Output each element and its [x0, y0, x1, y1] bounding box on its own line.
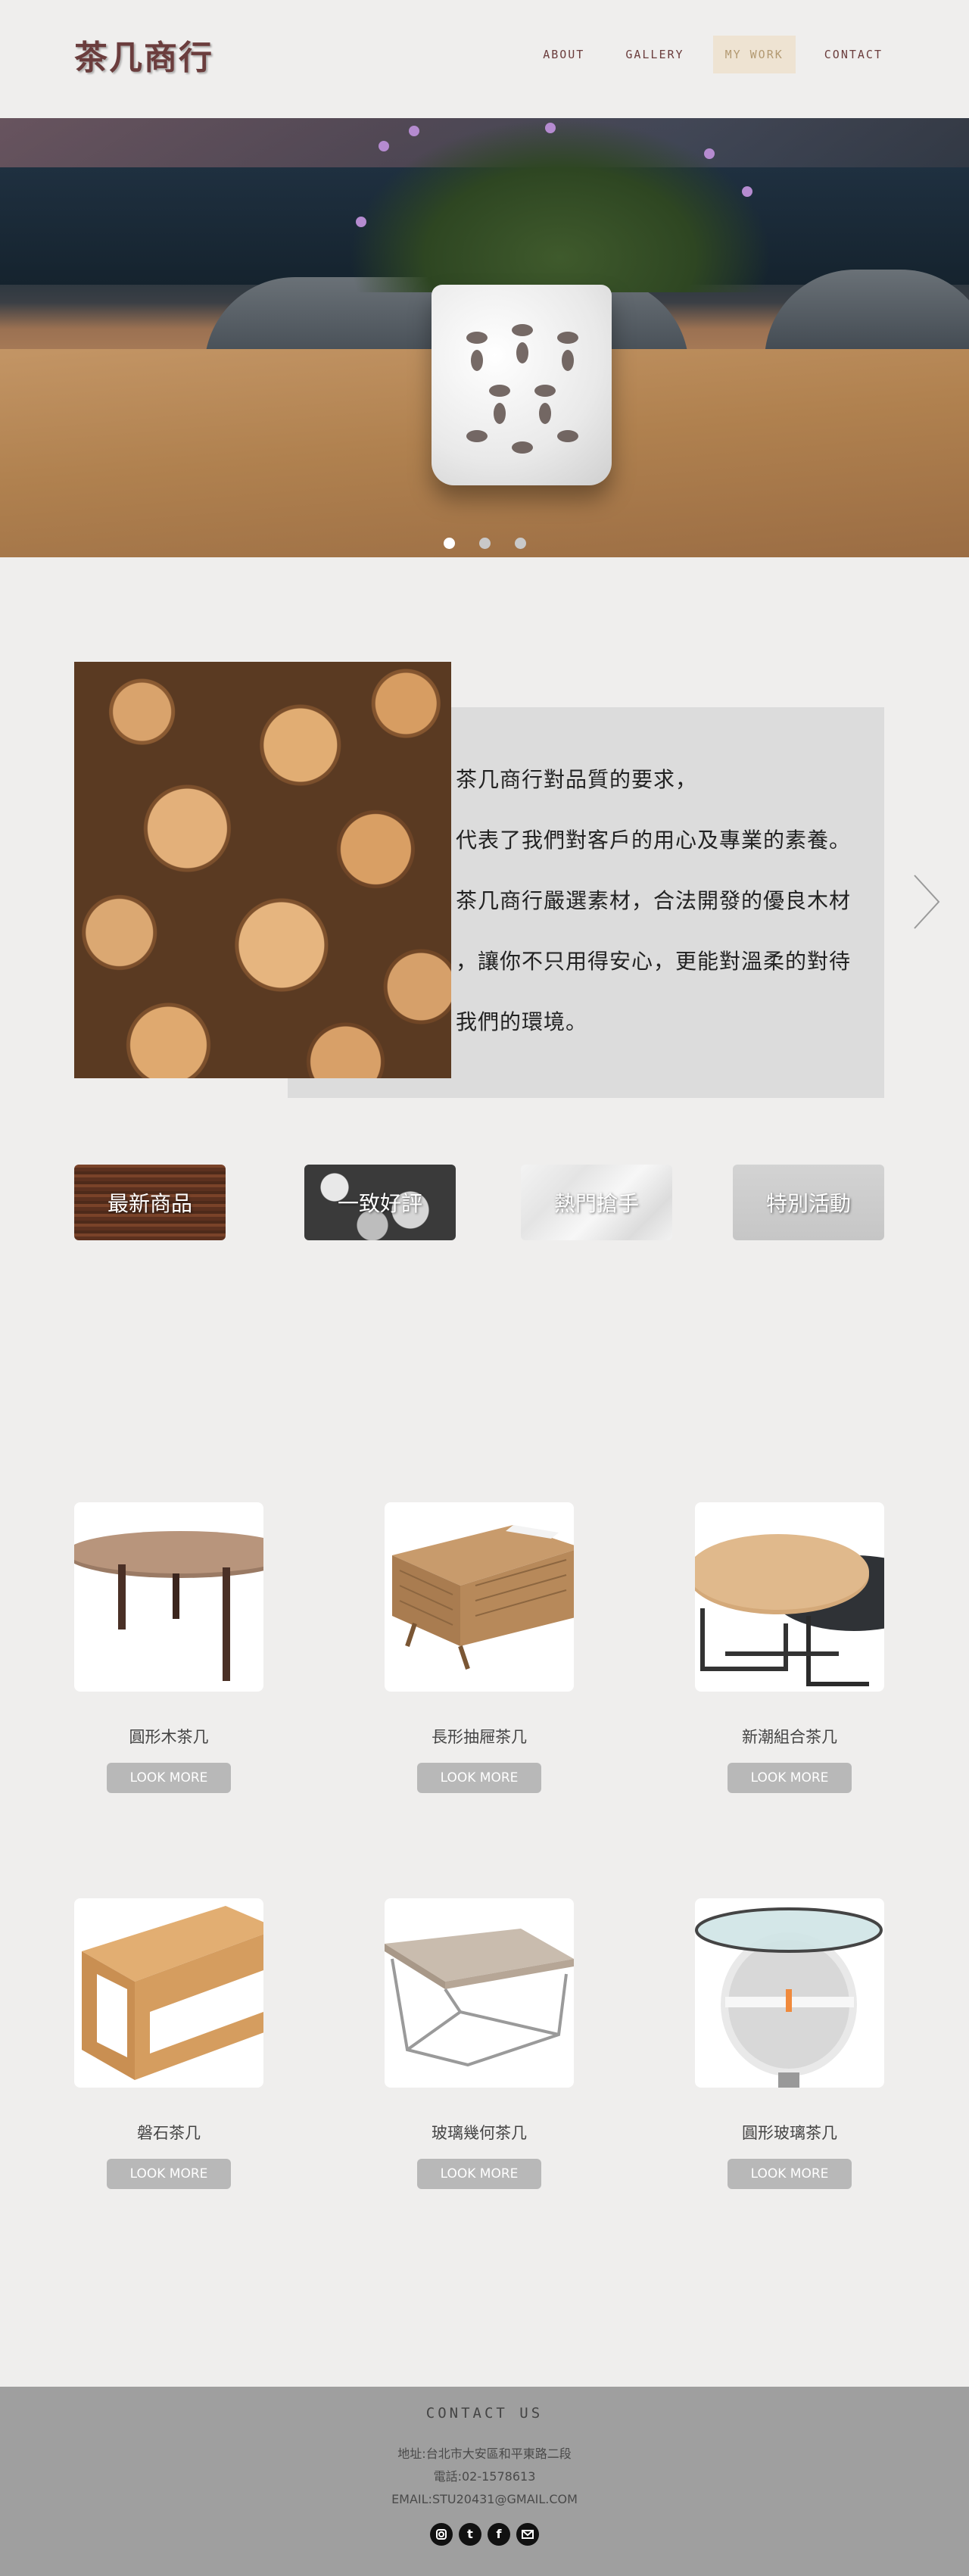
hero-plant [348, 118, 772, 292]
contact-info: 地址:台北市大安區和平東路二段 電話:02-1578613 EMAIL:STU2… [0, 2443, 969, 2511]
nav-contact[interactable]: CONTACT [812, 36, 895, 73]
product-card: 新潮組合茶几 LOOK MORE [695, 1502, 884, 1793]
look-more-button[interactable]: LOOK MORE [107, 1763, 231, 1793]
product-image[interactable] [385, 1898, 574, 2088]
firewood-image [74, 662, 451, 1078]
hero-flower [742, 186, 752, 197]
instagram-icon[interactable] [430, 2523, 453, 2546]
product-name: 新潮組合茶几 [742, 1728, 837, 1746]
about-text: 茶几商行對品質的要求， 代表了我們對客戶的用心及專業的素養。 茶几商行嚴選素材，… [456, 750, 884, 1053]
footer-title: CONTACT US [425, 2405, 544, 2422]
product-name: 圓形玻璃茶几 [742, 2124, 837, 2142]
hero-vase [432, 285, 612, 485]
footer-phone: 電話:02-1578613 [433, 2469, 536, 2484]
nesting-tables-illustration [695, 1534, 884, 1686]
footer-address: 地址:台北市大安區和平東路二段 [397, 2447, 572, 2461]
tumblr-icon[interactable]: t [459, 2523, 481, 2546]
hero-flower [409, 126, 419, 136]
hero-slider [0, 118, 969, 557]
main-nav: ABOUT GALLERY MY WORK CONTACT [531, 36, 895, 73]
about-line: 茶几商行嚴選素材，合法開發的優良木材 [456, 888, 852, 913]
slider-dot-2[interactable] [478, 538, 491, 549]
category-tiles: 最新商品 一致好評 熱門搶手 特別活動 [74, 1165, 884, 1240]
product-image[interactable] [385, 1502, 574, 1692]
hero-flower [379, 141, 389, 151]
category-popular[interactable]: 熱門搶手 [521, 1165, 672, 1240]
product-card: 圓形玻璃茶几 LOOK MORE [695, 1898, 884, 2189]
product-card: 玻璃幾何茶几 LOOK MORE [385, 1898, 574, 2189]
stone-table-illustration [82, 1906, 263, 2080]
product-name: 玻璃幾何茶几 [432, 2124, 527, 2142]
social-links: t f [0, 2523, 969, 2546]
product-image[interactable] [74, 1502, 263, 1692]
hero-flower [704, 148, 715, 159]
product-card: 圓形木茶几 LOOK MORE [74, 1502, 263, 1793]
chevron-right-icon[interactable] [911, 874, 942, 930]
facebook-icon[interactable]: f [488, 2523, 510, 2546]
footer-email[interactable]: EMAIL:STU20431@GMAIL.COM [0, 2488, 969, 2511]
site-header: 茶几商行 ABOUT GALLERY MY WORK CONTACT [0, 0, 969, 118]
nav-about[interactable]: ABOUT [531, 36, 597, 73]
product-card: 長形抽屜茶几 LOOK MORE [385, 1502, 574, 1793]
hero-flower [545, 123, 556, 133]
nav-my-work[interactable]: MY WORK [712, 36, 796, 73]
product-name: 磐石茶几 [137, 2124, 201, 2142]
vase-pattern-icon [466, 324, 578, 454]
slider-dots [0, 538, 969, 549]
category-top-rated[interactable]: 一致好評 [304, 1165, 456, 1240]
site-logo[interactable]: 茶几商行 [74, 30, 213, 79]
product-card: 磐石茶几 LOOK MORE [74, 1898, 263, 2189]
product-name: 圓形木茶几 [129, 1728, 209, 1746]
product-image[interactable] [74, 1898, 263, 2088]
site-footer: CONTACT US 地址:台北市大安區和平東路二段 電話:02-1578613… [0, 2387, 969, 2576]
drawer-table-illustration [392, 1525, 574, 1670]
look-more-button[interactable]: LOOK MORE [417, 2159, 541, 2189]
look-more-button[interactable]: LOOK MORE [417, 1763, 541, 1793]
hero-flower [356, 217, 366, 227]
slider-dot-1[interactable] [443, 538, 455, 549]
look-more-button[interactable]: LOOK MORE [728, 2159, 852, 2189]
slider-dot-3[interactable] [514, 538, 526, 549]
about-line: 我們的環境。 [456, 1009, 588, 1034]
product-image[interactable] [695, 1502, 884, 1692]
category-special-event[interactable]: 特別活動 [733, 1165, 884, 1240]
product-image[interactable] [695, 1898, 884, 2088]
about-line: 茶几商行對品質的要求， [456, 767, 698, 792]
glass-table-illustration [695, 1907, 883, 2088]
nav-gallery[interactable]: GALLERY [613, 36, 696, 73]
look-more-button[interactable]: LOOK MORE [107, 2159, 231, 2189]
product-name: 長形抽屜茶几 [432, 1728, 527, 1746]
round-table-illustration [74, 1531, 263, 1681]
about-line: 代表了我們對客戶的用心及專業的素養。 [456, 828, 852, 853]
geometric-table-illustration [385, 1929, 574, 2067]
about-line: ，讓你不只用得安心，更能對溫柔的對待 [456, 949, 852, 974]
look-more-button[interactable]: LOOK MORE [728, 1763, 852, 1793]
category-new-products[interactable]: 最新商品 [74, 1165, 226, 1240]
mail-icon[interactable] [516, 2523, 539, 2546]
